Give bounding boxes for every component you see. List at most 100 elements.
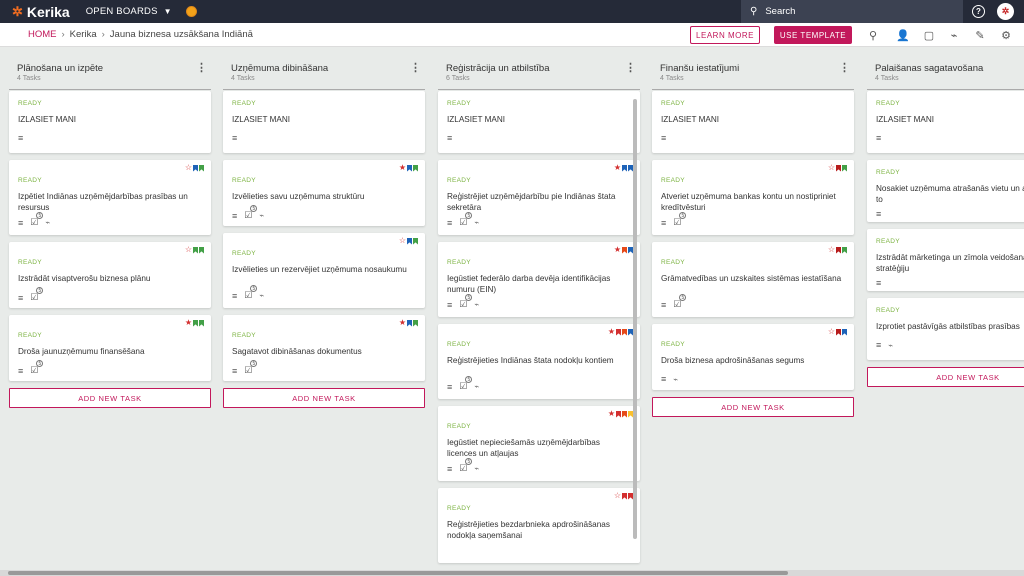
open-boards-menu[interactable]: OPEN BOARDS ▼ — [86, 6, 172, 17]
column-menu-icon[interactable]: ⋮ — [839, 61, 850, 74]
card-status: READY — [447, 505, 471, 512]
add-new-task-button[interactable]: ADD NEW TASK — [223, 388, 425, 408]
tag-bookmark-icon — [199, 164, 204, 172]
tag-bookmark-icon — [622, 246, 627, 254]
add-person-icon[interactable]: 👤 — [896, 28, 910, 42]
help-icon[interactable]: ? — [972, 5, 985, 18]
checklist-icon: ☑ 5 — [459, 376, 473, 392]
column-scrollbar-thumb[interactable] — [633, 99, 637, 539]
task-card[interactable]: READY Nosakiet uzņēmuma atrašanās vietu u… — [867, 160, 1024, 222]
priority-star-icon[interactable]: ★ — [399, 164, 406, 172]
card-status: READY — [447, 423, 471, 430]
board-horizontal-scrollbar[interactable] — [0, 570, 1024, 576]
task-card[interactable]: READY IZLASIET MANI ≡ — [652, 91, 854, 153]
card-title: Izstrādāt visaptverošu biznesa plānu — [18, 274, 151, 283]
tag-bookmark-icon — [842, 328, 847, 336]
priority-star-icon[interactable]: ☆ — [828, 328, 835, 336]
breadcrumb-home[interactable]: HOME — [28, 29, 57, 40]
task-card[interactable]: ☆ READY Reģistrējieties bezdarbnieka apdro… — [438, 488, 640, 563]
column-menu-icon[interactable]: ⋮ — [625, 61, 636, 74]
task-card[interactable]: ★ READY Izvēlieties savu uzņēmuma struktūr… — [223, 160, 425, 226]
card-status: READY — [18, 259, 42, 266]
column-header: Plānošana un izpēte 4 Tasks ⋮ — [9, 48, 211, 90]
task-card[interactable]: READY IZLASIET MANI ≡ — [9, 91, 211, 153]
task-card[interactable]: READY Izprotiet pastāvīgās atbilstības pr… — [867, 298, 1024, 360]
board-search-icon[interactable]: ⚲ — [866, 28, 880, 42]
kerika-logo[interactable]: ✲ Kerika — [12, 4, 70, 20]
board-scrollbar-thumb[interactable] — [8, 571, 788, 575]
description-icon: ≡ — [18, 133, 24, 143]
task-card[interactable]: ★ READY Iegūstiet federālo darba devēja id… — [438, 242, 640, 317]
checklist-icon: ☑ 5 — [244, 205, 258, 221]
learn-more-button[interactable]: LEARN MORE — [690, 26, 760, 44]
add-new-task-button[interactable]: ADD NEW TASK — [867, 367, 1024, 387]
task-card[interactable]: ☆ READY Atveriet uzņēmuma bankas kontu un … — [652, 160, 854, 235]
column-menu-icon[interactable]: ⋮ — [196, 61, 207, 74]
avatar[interactable]: ✲ — [997, 3, 1014, 20]
priority-star-icon[interactable]: ★ — [614, 164, 621, 172]
description-icon: ≡ — [447, 381, 453, 392]
priority-star-icon[interactable]: ☆ — [828, 164, 835, 172]
tools-icon[interactable]: ✎ — [973, 28, 987, 42]
priority-star-icon[interactable]: ☆ — [185, 246, 192, 254]
use-template-button[interactable]: USE TEMPLATE — [774, 26, 852, 44]
priority-star-icon[interactable]: ☆ — [185, 164, 192, 172]
card-meta: ≡ ⌁ — [661, 374, 678, 384]
task-card[interactable]: ★ READY Reģistrējieties Indiānas štata nod… — [438, 324, 640, 399]
task-card[interactable]: READY Izstrādāt mārketinga un zīmola veid… — [867, 229, 1024, 291]
priority-star-icon[interactable]: ★ — [608, 410, 615, 418]
search-input[interactable]: ⚲ Search — [741, 0, 963, 23]
board-column: Reģistrācija un atbilstība 6 Tasks ⋮ READY I… — [438, 48, 640, 576]
card-meta: ≡ — [876, 133, 881, 143]
priority-star-icon[interactable]: ☆ — [828, 246, 835, 254]
column-title: Plānošana un izpēte — [17, 63, 104, 74]
add-new-task-button[interactable]: ADD NEW TASK — [652, 397, 854, 417]
settings-gear-icon[interactable]: ⚙ — [999, 28, 1013, 42]
breadcrumb-org[interactable]: Kerika — [70, 29, 97, 40]
card-title: Droša jaunuzņēmumu finansēšana — [18, 347, 145, 356]
column-header: Uzņēmuma dibināšana 4 Tasks ⋮ — [223, 48, 425, 90]
attachment-icon[interactable]: ⌁ — [947, 28, 961, 42]
card-meta: ≡ ☑ 5 ⌁ — [232, 205, 264, 221]
column-menu-icon[interactable]: ⋮ — [410, 61, 421, 74]
task-card[interactable]: ☆ READY Droša biznesa apdrošināšanas segum… — [652, 324, 854, 390]
description-icon: ≡ — [447, 299, 453, 310]
card-status: READY — [232, 250, 256, 257]
description-icon: ≡ — [447, 217, 453, 228]
card-meta: ≡ — [447, 133, 452, 143]
add-new-task-button[interactable]: ADD NEW TASK — [9, 388, 211, 408]
description-icon: ≡ — [876, 133, 882, 143]
priority-star-icon[interactable]: ★ — [185, 319, 192, 327]
column-header: Finanšu iestatījumi 4 Tasks ⋮ — [652, 48, 854, 90]
column-task-count: 4 Tasks — [875, 75, 899, 82]
column-title: Uzņēmuma dibināšana — [231, 63, 329, 74]
task-card[interactable]: ☆ READY Izstrādāt visaptverošu biznesa plā… — [9, 242, 211, 308]
task-card[interactable]: READY IZLASIET MANI ≡ — [223, 91, 425, 153]
priority-star-icon[interactable]: ★ — [608, 328, 615, 336]
checklist-icon: ☑ 5 — [459, 458, 473, 474]
task-card[interactable]: ★ READY Iegūstiet nepieciešamās uzņēmējdar… — [438, 406, 640, 481]
chat-icon[interactable]: ▢ — [922, 28, 936, 42]
task-card[interactable]: ★ READY Sagatavot dibināšanas dokumentus ≡ ☑… — [223, 315, 425, 381]
task-card[interactable]: READY IZLASIET MANI ≡ — [867, 91, 1024, 153]
tag-bookmark-icon — [622, 328, 627, 336]
priority-star-icon[interactable]: ☆ — [399, 237, 406, 245]
task-board: Plānošana un izpēte 4 Tasks ⋮ READY IZLASIET… — [0, 48, 1024, 576]
card-title: Iegūstiet federālo darba devēja identifi… — [447, 274, 611, 294]
task-card[interactable]: ☆ READY Izvēlieties un rezervējiet uzņēmum… — [223, 233, 425, 308]
task-card[interactable]: ☆ READY Izpētiet Indiānas uzņēmējdarbības … — [9, 160, 211, 235]
description-icon: ≡ — [661, 299, 667, 310]
priority-star-icon[interactable]: ★ — [399, 319, 406, 327]
task-card[interactable]: ★ READY Reģistrējiet uzņēmējdarbību pie In… — [438, 160, 640, 235]
checklist-icon: ☑ 5 — [30, 212, 44, 228]
priority-star-icon[interactable]: ☆ — [614, 492, 621, 500]
task-card[interactable]: ★ READY Droša jaunuzņēmumu finansēšana ≡ ☑ 5 — [9, 315, 211, 381]
task-card[interactable]: READY IZLASIET MANI ≡ — [438, 91, 640, 153]
priority-star-icon[interactable]: ★ — [614, 246, 621, 254]
column-scrollbar[interactable] — [632, 91, 638, 561]
task-card[interactable]: ☆ READY Grāmatvedības un uzskaites sistēma… — [652, 242, 854, 317]
card-title: Atveriet uzņēmuma bankas kontu un nostip… — [661, 192, 836, 212]
card-status: READY — [876, 100, 900, 107]
notification-sun-icon[interactable] — [185, 6, 197, 17]
card-title: Izstrādāt mārketinga un zīmola veidošana… — [876, 253, 1024, 273]
